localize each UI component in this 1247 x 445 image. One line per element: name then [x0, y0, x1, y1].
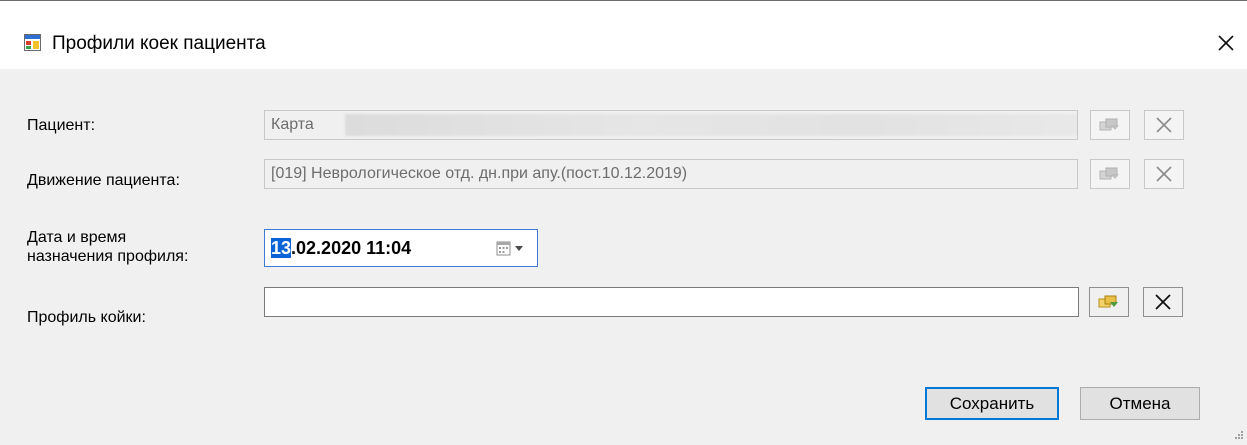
- datetime-label-line2: назначения профиля:: [27, 248, 189, 265]
- bed-profile-label: Профиль койки:: [27, 309, 146, 326]
- bed-profile-select-button[interactable]: [1089, 287, 1129, 317]
- movement-value: [019] Неврологическое отд. дн.при апу.(п…: [271, 165, 688, 182]
- patient-select-icon: [1099, 118, 1119, 131]
- datetime-value[interactable]: 13.02.2020 11:04: [271, 236, 411, 260]
- movement-clear-button[interactable]: [1144, 159, 1184, 189]
- bed-profile-clear-button[interactable]: [1143, 287, 1183, 317]
- patient-select-button[interactable]: [1090, 110, 1130, 140]
- close-button[interactable]: [1206, 23, 1246, 63]
- bed-profile-input[interactable]: [264, 287, 1079, 317]
- movement-label: Движение пациента:: [27, 172, 180, 189]
- movement-field: [019] Неврологическое отд. дн.при апу.(п…: [264, 159, 1078, 189]
- save-button[interactable]: Сохранить: [925, 387, 1059, 420]
- window-title: Профили коек пациента: [52, 33, 266, 54]
- calendar-dropdown-button[interactable]: [493, 239, 533, 259]
- calendar-dropdown-icon: [496, 241, 523, 256]
- datetime-selected-part: 13: [271, 238, 292, 258]
- title-bar[interactable]: Профили коек пациента: [0, 1, 1247, 69]
- clear-icon: [1156, 166, 1172, 182]
- redacted-area: [345, 114, 1077, 136]
- close-icon: [1218, 35, 1234, 51]
- form-window-icon: [24, 34, 41, 51]
- cancel-button[interactable]: Отмена: [1080, 387, 1200, 420]
- clear-icon: [1155, 294, 1171, 310]
- patient-label: Пациент:: [27, 117, 96, 134]
- movement-select-icon: [1099, 167, 1119, 180]
- datetime-picker[interactable]: 13.02.2020 11:04: [264, 229, 538, 267]
- movement-select-button[interactable]: [1090, 159, 1130, 189]
- datetime-label-line1: Дата и время: [27, 229, 127, 246]
- patient-field: Карта: [264, 110, 1078, 140]
- resize-grip[interactable]: [1234, 427, 1244, 445]
- clear-icon: [1156, 117, 1172, 133]
- bed-profile-select-icon: [1098, 295, 1118, 308]
- datetime-rest: .02.2020 11:04: [291, 238, 412, 258]
- patient-value: Карта: [271, 116, 314, 133]
- patient-clear-button[interactable]: [1144, 110, 1184, 140]
